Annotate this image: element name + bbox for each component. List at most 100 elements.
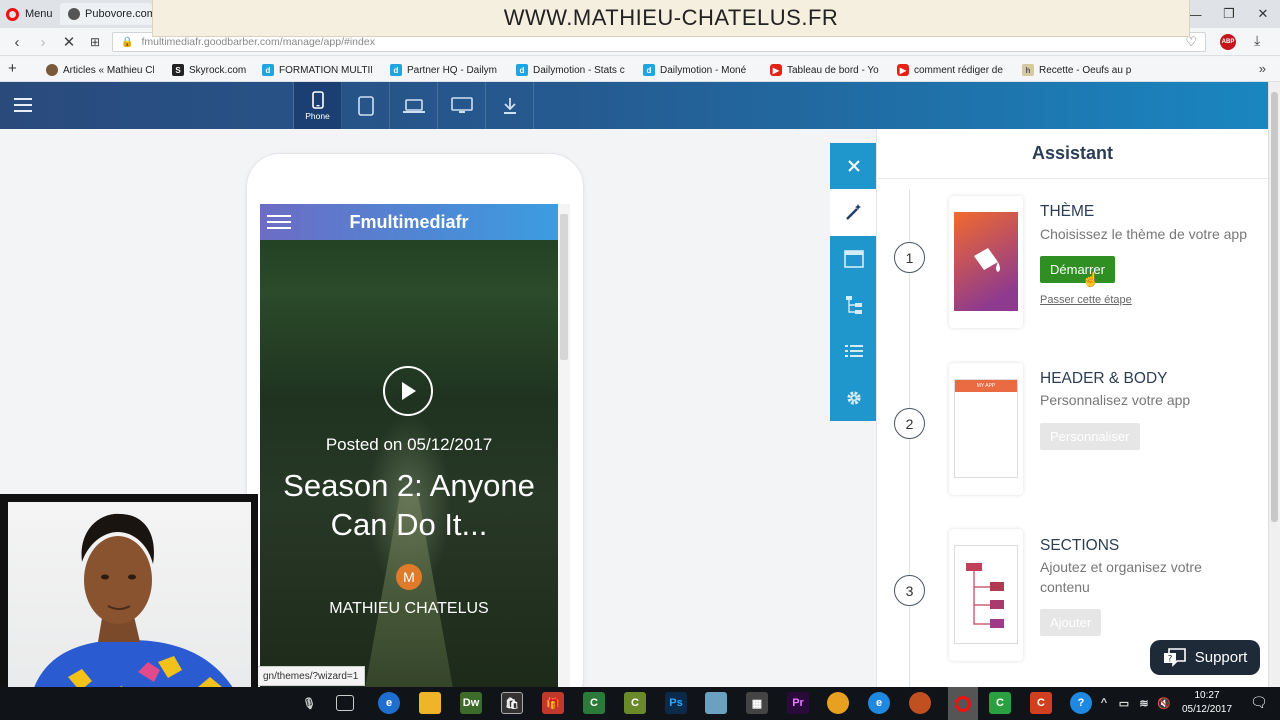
device-tablet-button[interactable] xyxy=(342,82,390,129)
bookmark-label: Articles « Mathieu Ch xyxy=(63,64,154,76)
support-button[interactable]: ? Support xyxy=(1150,640,1260,675)
phone-menu-icon[interactable] xyxy=(267,215,291,229)
bookmark-item[interactable]: Articles « Mathieu Ch xyxy=(46,62,154,78)
list-icon xyxy=(844,345,863,358)
wifi-icon[interactable]: ≋ xyxy=(1136,692,1152,714)
phone-scrollbar-thumb[interactable] xyxy=(560,214,568,360)
speaker-muted-icon[interactable]: 🔇 xyxy=(1156,692,1172,714)
forward-icon[interactable]: › xyxy=(32,32,54,52)
reload-icon[interactable]: ✕ xyxy=(58,32,80,52)
browser-menu-label: Menu xyxy=(25,8,53,20)
lock-icon: 🔒 xyxy=(121,36,134,48)
assistant-title: Assistant xyxy=(877,129,1268,179)
header-body-thumbnail: MY APP xyxy=(949,363,1023,495)
tool-assistant[interactable] xyxy=(830,189,877,236)
bookmark-item[interactable]: h Recette - Oeufs au p xyxy=(1022,62,1132,78)
browser-app-icon[interactable]: e xyxy=(378,692,400,714)
bookmark-item[interactable]: d Partner HQ - Dailym xyxy=(390,62,498,78)
microphone-icon[interactable]: 🎙 xyxy=(298,692,320,714)
step-number: 1 xyxy=(894,242,925,273)
browser-tab[interactable]: Pubovore.com - xyxy=(60,3,152,25)
camtasia-icon[interactable]: C xyxy=(583,692,605,714)
export-button[interactable] xyxy=(486,82,534,129)
bookmark-item[interactable]: S Skyrock.com xyxy=(172,62,252,78)
back-icon[interactable]: ‹ xyxy=(6,32,28,52)
device-laptop-button[interactable] xyxy=(390,82,438,129)
tablet-icon xyxy=(357,95,374,116)
opera-taskbar-icon[interactable] xyxy=(948,687,978,720)
start-theme-button[interactable]: Démarrer xyxy=(1040,256,1115,283)
bookmark-item[interactable]: d Dailymotion - Moné xyxy=(643,62,753,78)
camtasia-active-icon[interactable]: C xyxy=(989,692,1011,714)
device-phone-button[interactable]: Phone xyxy=(294,82,342,129)
firefox-icon[interactable] xyxy=(909,692,931,714)
camtasia-recorder-icon[interactable]: C xyxy=(624,692,646,714)
page-scrollbar[interactable] xyxy=(1268,82,1280,687)
skip-step-link[interactable]: Passer cette étape xyxy=(1040,294,1132,306)
dailymotion-icon: d xyxy=(643,64,655,76)
adblock-icon[interactable]: ABP xyxy=(1220,34,1236,50)
tool-settings[interactable] xyxy=(830,374,877,420)
assistant-panel: Assistant 1 THÈME Choisissez le thème de… xyxy=(876,129,1268,689)
download-icon[interactable]: ⤓ xyxy=(1254,32,1260,49)
tab-favicon-icon xyxy=(68,8,80,20)
help-icon[interactable]: ? xyxy=(1070,692,1092,714)
browser-menu-button[interactable]: Menu xyxy=(6,5,53,23)
phone-scrollbar[interactable] xyxy=(558,204,570,689)
dreamweaver-icon[interactable]: Dw xyxy=(460,692,482,714)
close-window-icon[interactable]: ✕ xyxy=(1246,0,1280,28)
taskbar-clock[interactable]: 10:27 05/12/2017 xyxy=(1176,689,1238,717)
task-view-icon[interactable] xyxy=(336,695,354,711)
file-explorer-icon[interactable] xyxy=(419,692,441,714)
tool-structure[interactable] xyxy=(830,282,877,328)
play-icon[interactable] xyxy=(383,366,433,416)
notifications-icon[interactable]: 🗨 xyxy=(1250,694,1268,711)
calculator-icon[interactable]: ▦ xyxy=(746,692,768,714)
battery-icon[interactable]: ▭ xyxy=(1116,692,1132,714)
close-icon xyxy=(847,160,860,172)
device-desktop-button[interactable] xyxy=(438,82,486,129)
url-path: /manage/app/#index xyxy=(279,36,375,48)
chrome-icon[interactable] xyxy=(827,692,849,714)
step-number: 2 xyxy=(894,408,925,439)
notes-icon[interactable] xyxy=(705,692,727,714)
add-sections-button[interactable]: Ajouter xyxy=(1040,609,1102,636)
bookmark-item[interactable]: ▶ Tableau de bord - Yo xyxy=(770,62,880,78)
tool-design[interactable] xyxy=(830,236,877,282)
recipe-icon: h xyxy=(1022,64,1034,76)
photoshop-icon[interactable]: Ps xyxy=(665,692,687,714)
url-host: fmultimediafr.goodbarber.com xyxy=(141,36,280,48)
ie-icon[interactable]: e xyxy=(868,692,890,714)
tool-content[interactable] xyxy=(830,328,877,374)
step-title: SECTIONS xyxy=(1040,537,1120,554)
customize-button[interactable]: Personnaliser xyxy=(1040,423,1140,450)
more-bookmarks-icon[interactable]: » xyxy=(1259,61,1266,76)
phone-icon xyxy=(311,90,324,109)
store-icon[interactable]: 🛍 xyxy=(501,692,523,714)
bookmark-label: Skyrock.com xyxy=(189,64,247,76)
step-title: THÈME xyxy=(1040,203,1095,220)
add-bookmark-icon[interactable]: + xyxy=(8,60,17,77)
author-avatar: M xyxy=(396,564,422,590)
bookmark-item[interactable]: d FORMATION MULTIM xyxy=(262,62,372,78)
gift-icon[interactable]: 🎁 xyxy=(542,692,564,714)
menu-icon[interactable] xyxy=(12,96,34,114)
dailymotion-icon: d xyxy=(516,64,528,76)
bookmark-item[interactable]: ▶ comment rédiger de xyxy=(897,62,1007,78)
tray-chevron-icon[interactable]: ^ xyxy=(1096,692,1112,714)
close-assistant-button[interactable] xyxy=(830,143,877,189)
assistant-toolbar xyxy=(830,143,877,421)
post-title[interactable]: Season 2: Anyone Can Do It... xyxy=(260,466,558,544)
dailymotion-icon: d xyxy=(390,64,402,76)
bookmark-label: Dailymotion - Stats c xyxy=(533,64,625,76)
speed-dial-icon[interactable]: ⊞ xyxy=(84,32,106,52)
premiere-icon[interactable]: Pr xyxy=(787,692,809,714)
site-watermark-banner: WWW.MATHIEU-CHATELUS.FR xyxy=(152,0,1190,37)
page-scrollbar-thumb[interactable] xyxy=(1271,92,1278,522)
camtasia-red-icon[interactable]: C xyxy=(1030,692,1052,714)
download-icon xyxy=(503,97,516,114)
structure-icon xyxy=(845,296,862,315)
bookmark-item[interactable]: d Dailymotion - Stats c xyxy=(516,62,626,78)
step-number: 3 xyxy=(894,575,925,606)
restore-icon[interactable]: ❐ xyxy=(1212,0,1246,28)
